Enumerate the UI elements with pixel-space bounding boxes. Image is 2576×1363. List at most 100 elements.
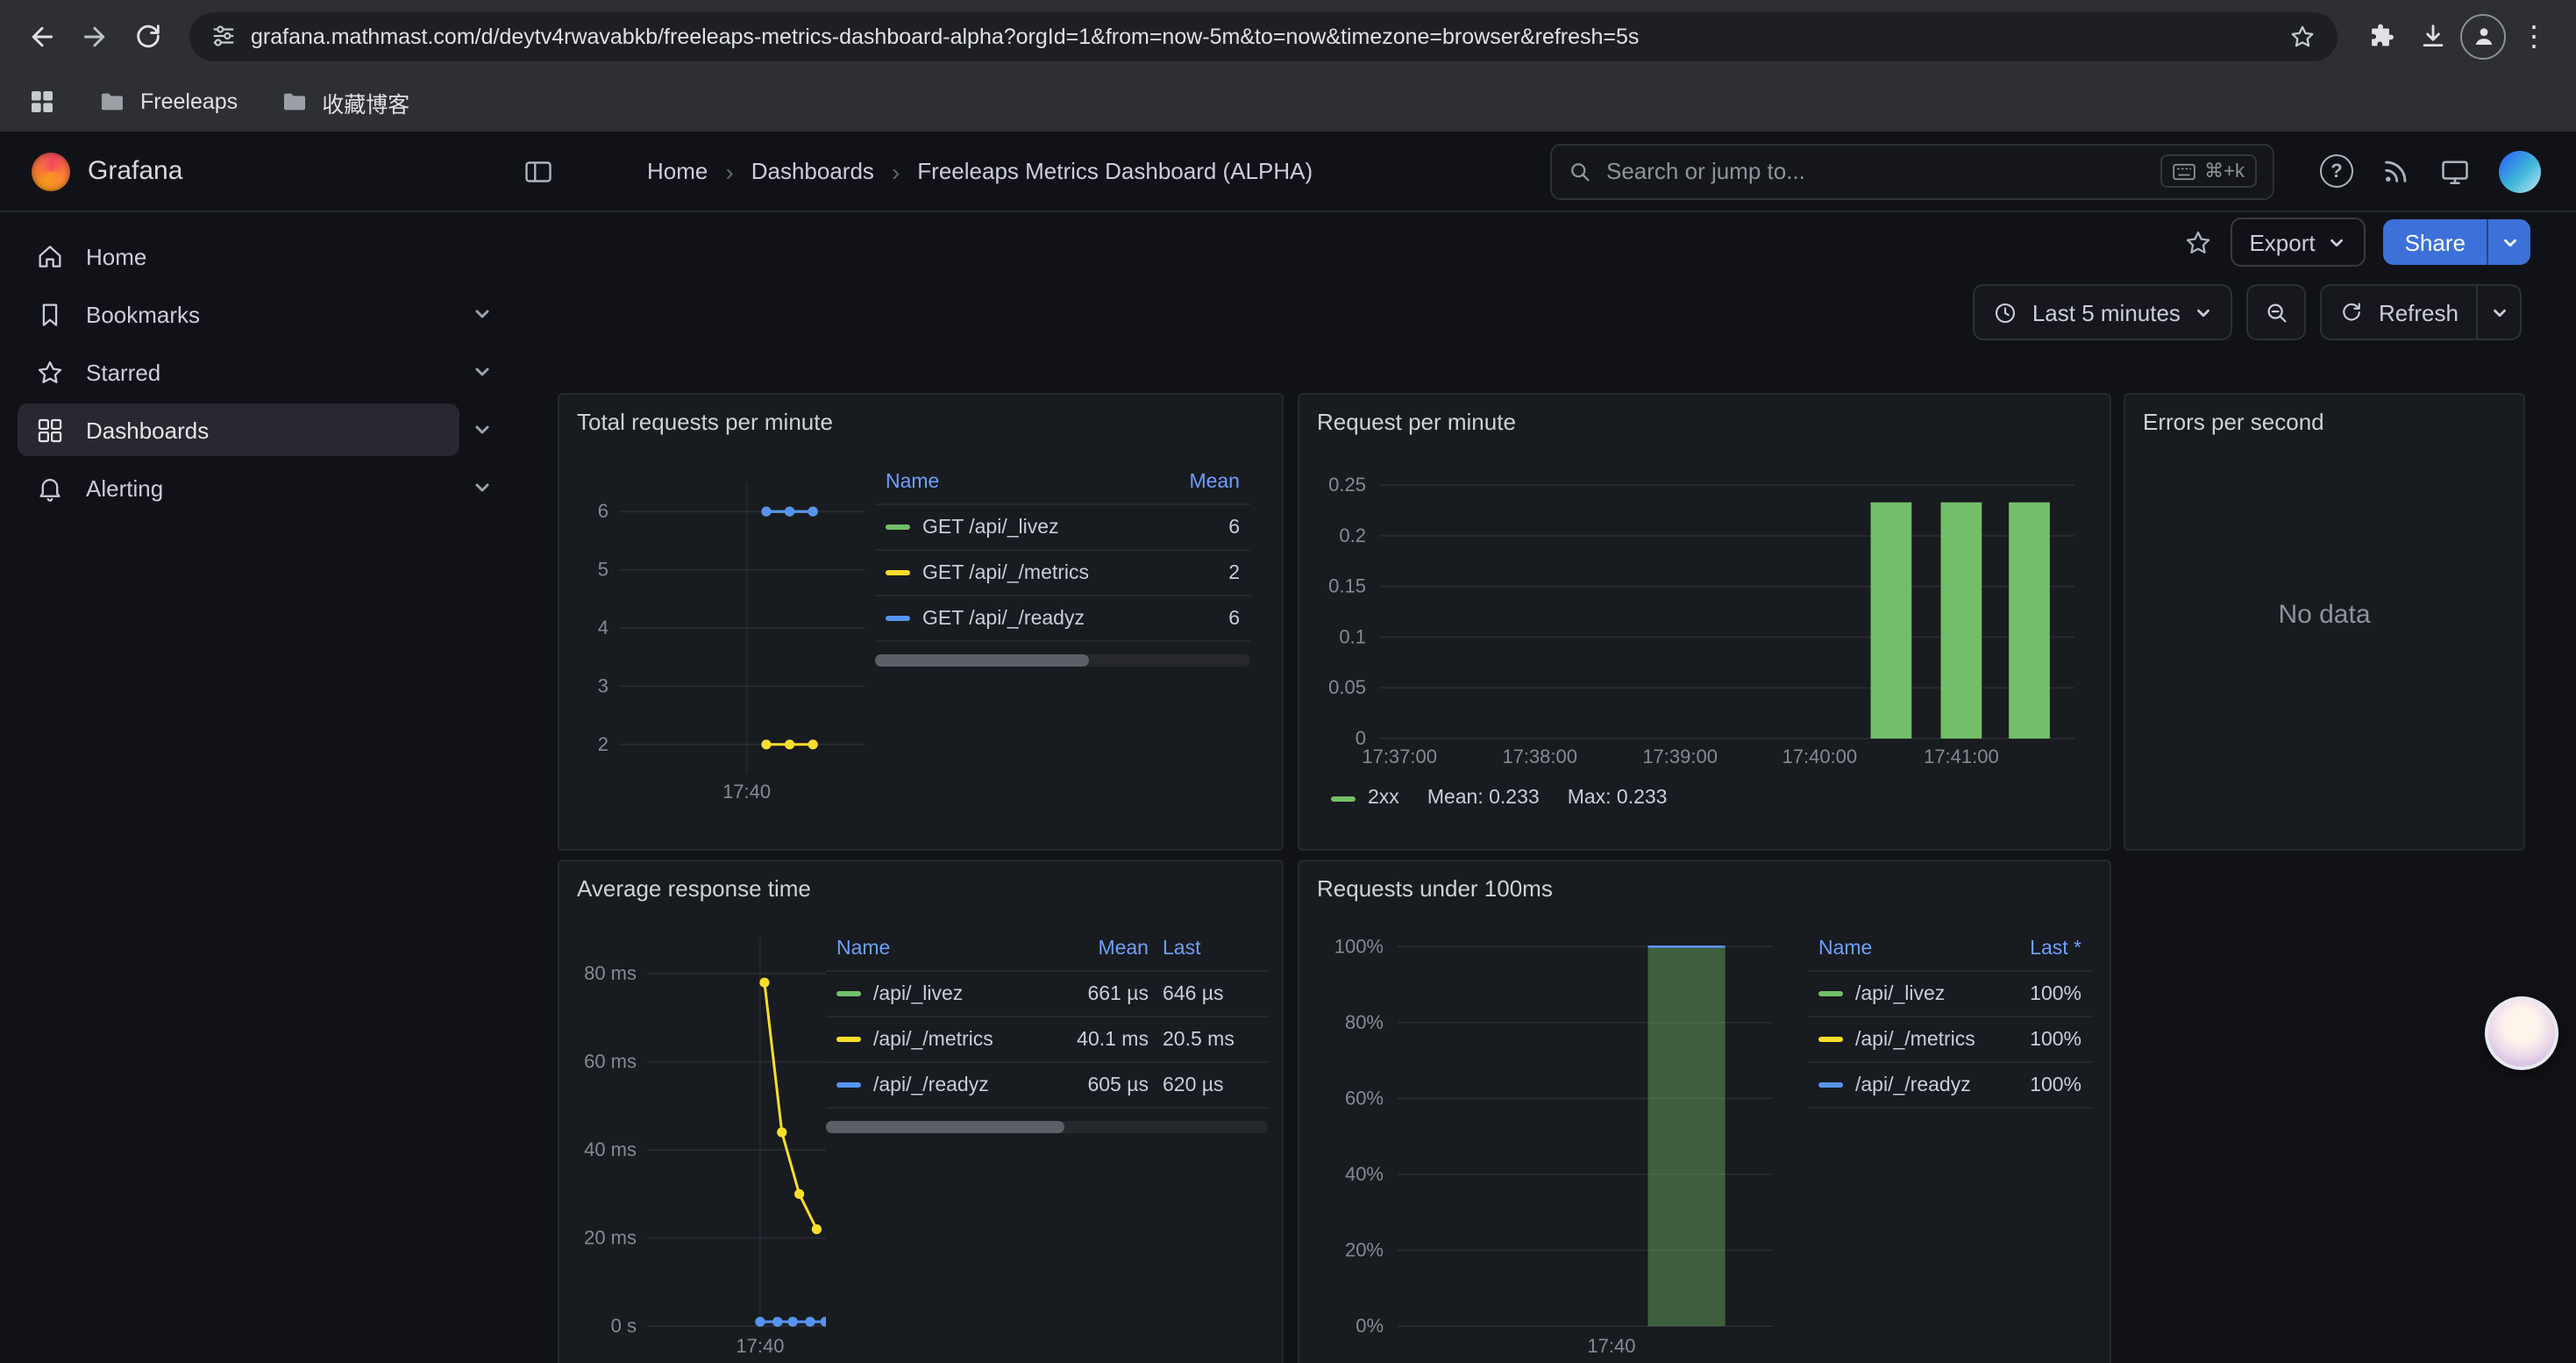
site-settings-tune-icon[interactable] [210,23,237,49]
legend-row[interactable]: /api/_/readyz 100% [1808,1063,2092,1109]
share-label[interactable]: Share [2384,219,2487,265]
extensions-button[interactable] [2355,11,2404,61]
series-name[interactable]: GET /api/_/readyz [922,608,1085,629]
chevron-down-icon[interactable] [459,419,505,440]
grafana-logo[interactable] [32,152,70,190]
legend-scrollbar[interactable] [826,1121,1268,1133]
url-bar[interactable]: grafana.mathmast.com/d/deytv4rwavabkb/fr… [189,11,2338,61]
legend-scrollbar[interactable] [875,654,1250,667]
scrollbar-thumb[interactable] [875,654,1089,667]
series-name[interactable]: /api/_/metrics [873,1029,993,1050]
favorite-star-icon[interactable] [2182,227,2212,257]
series-name[interactable]: /api/_/readyz [1855,1074,1971,1095]
series-mean: 40.1 ms [1040,1029,1149,1050]
legend-row[interactable]: /api/_/metrics 100% [1808,1017,2092,1063]
back-button[interactable] [18,11,67,61]
series-color-dash [836,1037,861,1042]
series-name[interactable]: /api/_livez [873,983,963,1004]
chevron-down-icon[interactable] [459,477,505,498]
series-name[interactable]: /api/_/readyz [873,1074,989,1095]
legend-header-mean[interactable]: Mean [1138,472,1240,493]
apps-grid-icon[interactable] [28,88,56,116]
share-menu-caret[interactable] [2487,219,2530,265]
legend-header-name[interactable]: Name [836,938,1040,960]
bookmark-star-icon[interactable] [2288,22,2316,50]
header-icons: ? [2320,150,2541,192]
legend-row[interactable]: /api/_/metrics 40.1 ms 20.5 ms [826,1017,1268,1063]
reload-button[interactable] [123,11,172,61]
user-avatar[interactable] [2499,150,2541,192]
refresh-label: Refresh [2379,299,2459,325]
breadcrumb-home[interactable]: Home [647,158,708,184]
series-color-dash [836,991,861,996]
time-range-picker[interactable]: Last 5 minutes [1973,284,2233,340]
zoom-out-icon [2264,299,2290,325]
share-button[interactable]: Share [2384,219,2530,265]
browser-menu-button[interactable]: ⋮ [2509,11,2558,61]
breadcrumb-dashboards[interactable]: Dashboards [751,158,874,184]
refresh-interval-caret[interactable] [2476,286,2520,339]
sidebar-item-bookmarks[interactable]: Bookmarks [18,286,505,342]
chevron-down-icon[interactable] [459,361,505,382]
svg-text:0.25: 0.25 [1328,474,1366,496]
rss-news-icon[interactable] [2381,156,2411,186]
series-name[interactable]: /api/_/metrics [1855,1029,1975,1050]
svg-text:100%: 100% [1334,935,1384,957]
help-icon[interactable]: ? [2320,154,2353,188]
series-color-dash [836,1082,861,1088]
svg-text:4: 4 [598,617,608,639]
sidebar-item-starred[interactable]: Starred [18,344,505,400]
series-mean: 6 [1138,608,1240,629]
assistant-avatar[interactable] [2485,996,2558,1070]
bookmark-folder-freeleaps[interactable]: Freeleaps [98,88,238,116]
legend-header-name[interactable]: Name [886,472,1138,493]
series-name[interactable]: GET /api/_livez [922,517,1059,538]
chevron-down-icon[interactable] [459,303,505,325]
scrollbar-thumb[interactable] [826,1121,1064,1133]
panel-title[interactable]: Total requests per minute [559,395,1282,447]
series-name[interactable]: /api/_livez [1855,983,1945,1004]
panel-title[interactable]: Average response time [559,861,1282,914]
legend-row[interactable]: /api/_livez 100% [1808,972,2092,1017]
legend-header-name[interactable]: Name [1818,938,2004,960]
url-text[interactable]: grafana.mathmast.com/d/deytv4rwavabkb/fr… [251,24,2274,48]
panel-title[interactable]: Request per minute [1299,395,2110,447]
series-mean: 661 µs [1040,983,1149,1004]
panel-title[interactable]: Requests under 100ms [1299,861,2110,914]
legend-row[interactable]: /api/_/readyz 605 µs 620 µs [826,1063,1268,1109]
sidebar-item-dashboards[interactable]: Dashboards [18,402,505,458]
svg-text:60 ms: 60 ms [584,1051,637,1073]
bookmark-folder-blogs[interactable]: 收藏博客 [280,85,409,118]
panel-title[interactable]: Errors per second [2125,395,2523,447]
browser-profile-avatar[interactable] [2460,13,2506,59]
legend-header-mean[interactable]: Mean [1040,938,1149,960]
zoom-out-button[interactable] [2247,284,2307,340]
svg-text:40%: 40% [1345,1163,1384,1185]
refresh-button[interactable]: Refresh [2321,284,2522,340]
legend-row[interactable]: GET /api/_livez 6 [875,505,1250,551]
legend-header-last[interactable]: Last [1149,938,1257,960]
svg-text:17:41:00: 17:41:00 [1924,746,1999,767]
legend-row[interactable]: /api/_livez 661 µs 646 µs [826,972,1268,1017]
svg-text:0.2: 0.2 [1339,525,1366,546]
sidebar-item-label: Starred [86,359,160,385]
panel-left-icon [523,155,554,187]
sidebar-item-home[interactable]: Home [18,228,505,284]
series-name[interactable]: 2xx [1368,788,1399,809]
series-max-stat: Max: 0.233 [1568,788,1668,809]
sidebar-item-label: Alerting [86,475,163,501]
legend-row[interactable]: GET /api/_/metrics 2 [875,551,1250,596]
collapse-sidebar-button[interactable] [523,155,554,187]
search-input[interactable]: Search or jump to... ⌘+k [1550,143,2274,199]
legend-header-last[interactable]: Last * [2004,938,2081,960]
series-mean: 2 [1138,562,1240,583]
sidebar-item-alerting[interactable]: Alerting [18,460,505,516]
downloads-button[interactable] [2408,11,2457,61]
legend-inline: 2xx Mean: 0.233 Max: 0.233 [1313,788,2096,809]
brand-name: Grafana [88,156,182,186]
series-name[interactable]: GET /api/_/metrics [922,562,1089,583]
monitor-icon[interactable] [2439,155,2471,187]
export-button[interactable]: Export [2230,218,2366,267]
forward-button[interactable] [70,11,119,61]
legend-row[interactable]: GET /api/_/readyz 6 [875,596,1250,642]
